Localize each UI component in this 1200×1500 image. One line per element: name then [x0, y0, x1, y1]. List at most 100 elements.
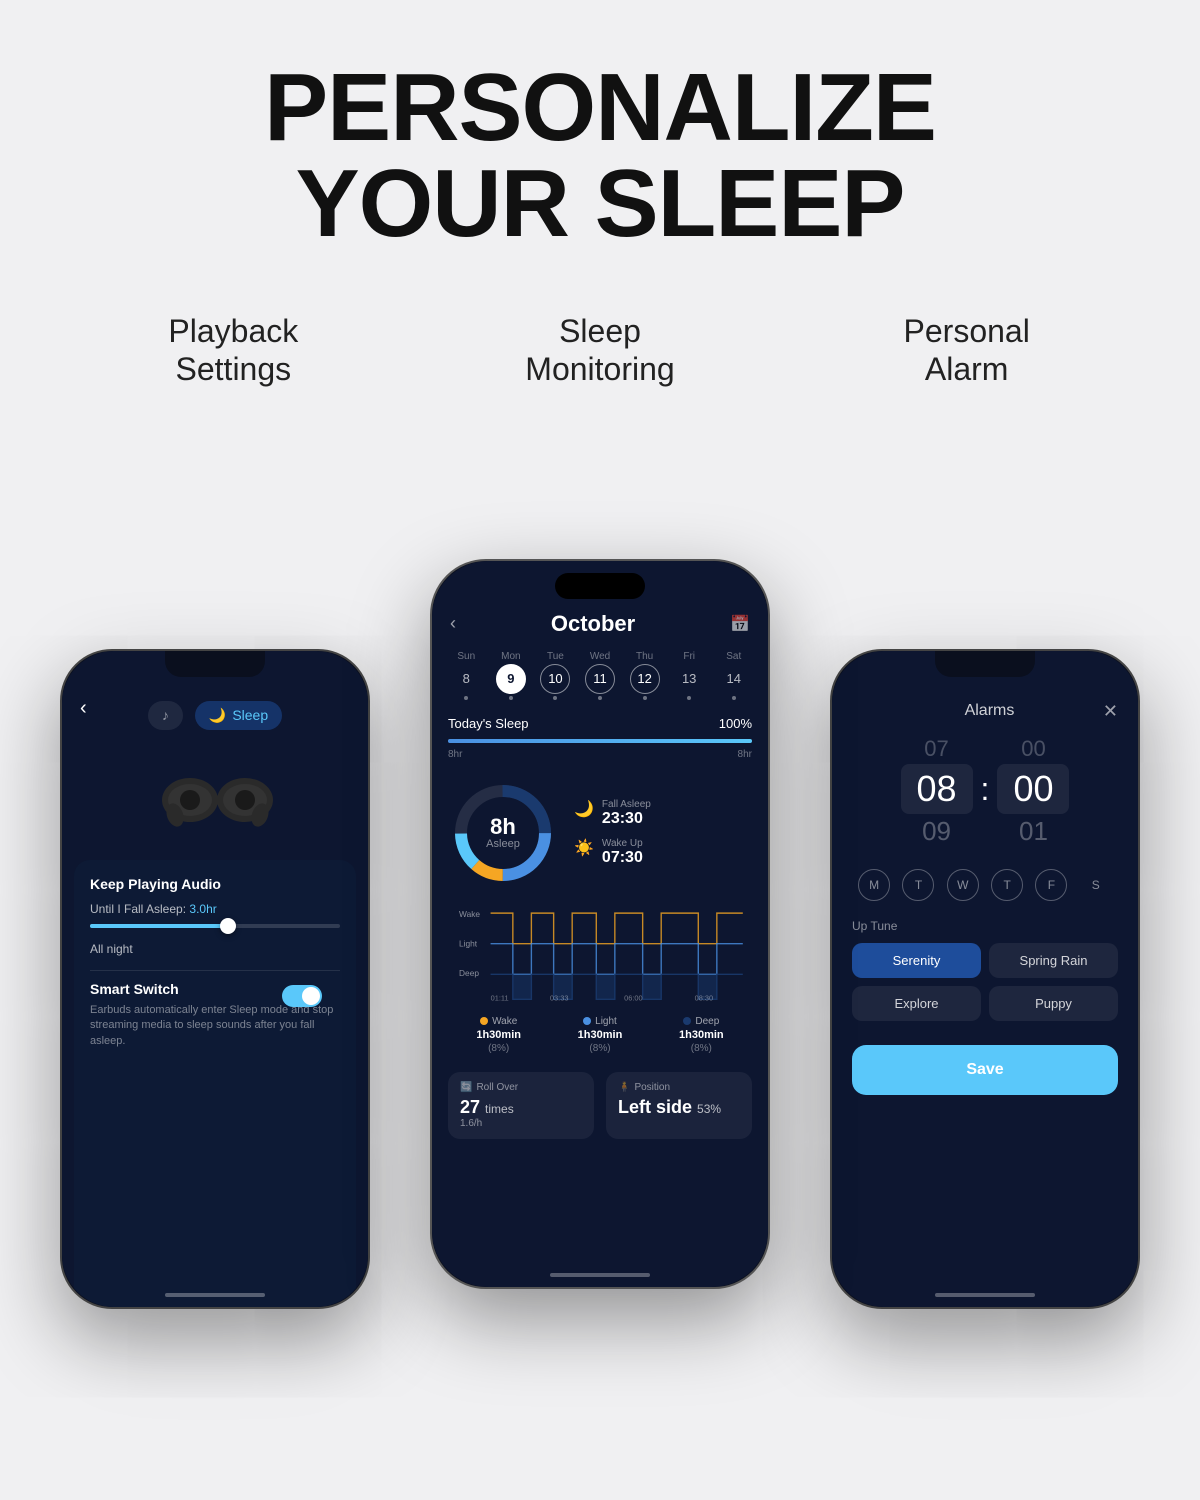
sleep-legend: Wake 1h30min (8%) Light 1h30min (8%)	[432, 1008, 768, 1062]
wake-up-detail-label: Wake Up	[602, 838, 643, 849]
moon-icon: 🌙	[209, 707, 226, 724]
position-icon: 🧍	[618, 1082, 630, 1093]
moon-detail-icon: 🌙	[574, 799, 594, 819]
roll-over-rate: 1.6/h	[460, 1118, 582, 1129]
fall-asleep-label: Until I Fall Asleep:	[90, 902, 186, 916]
save-button[interactable]: Save	[852, 1045, 1118, 1095]
smart-switch-section: Smart Switch Earbuds automatically enter…	[90, 981, 340, 1049]
slider-thumb[interactable]	[220, 918, 236, 934]
earbuds-svg	[145, 760, 285, 840]
tune-serenity[interactable]: Serenity	[852, 943, 981, 978]
phone-left-screen: ‹ ♪ 🌙 Sleep	[62, 651, 368, 1307]
label-alarm: PersonalAlarm	[783, 312, 1150, 389]
phones-container: ‹ ♪ 🌙 Sleep	[30, 429, 1170, 1329]
label-playback: PlaybackSettings	[50, 312, 417, 389]
tab-music[interactable]: ♪	[148, 701, 183, 730]
earbuds-image	[62, 750, 368, 850]
day-W[interactable]: W	[947, 869, 979, 901]
day-F[interactable]: F	[1035, 869, 1067, 901]
fall-asleep-detail-time: 23:30	[602, 810, 651, 828]
day-tue[interactable]: Tue 10	[535, 651, 576, 700]
music-icon: ♪	[162, 707, 169, 723]
all-night-label: All night	[90, 942, 340, 956]
day-fri[interactable]: Fri 13	[669, 651, 710, 700]
label-sleep: SleepMonitoring	[417, 312, 784, 389]
position-card: 🧍 Position Left side 53%	[606, 1072, 752, 1139]
day-mon[interactable]: Mon 9	[491, 651, 532, 700]
wake-up-section: Up Tune Serenity Spring Rain Explore Pup…	[832, 909, 1138, 1029]
day-sat[interactable]: Sat 14	[713, 651, 754, 700]
sleep-graph-svg: Wake Light Deep 01:11 03:33 06:00	[448, 902, 752, 1004]
day-thu[interactable]: Thu 12	[624, 651, 665, 700]
main-title: PERSONALIZE YOUR SLEEP	[264, 60, 936, 252]
tune-puppy[interactable]: Puppy	[989, 986, 1118, 1021]
sleep-slider-track[interactable]	[90, 924, 340, 928]
day-sun[interactable]: Sun 8	[446, 651, 487, 700]
center-back-arrow[interactable]: ‹	[450, 613, 456, 634]
tab-sleep-label: Sleep	[232, 707, 268, 723]
svg-text:03:33: 03:33	[550, 993, 569, 1002]
sun-detail-icon: ☀️	[574, 838, 594, 858]
today-sleep-bar: Today's Sleep 100%	[432, 706, 768, 735]
week-days: Sun 8 Mon 9 Tue 10 Wed	[432, 645, 768, 706]
wake-dot	[480, 1017, 488, 1025]
tune-explore[interactable]: Explore	[852, 986, 981, 1021]
fall-asleep-detail: 🌙 Fall Asleep 23:30	[574, 799, 752, 828]
sleep-progress-fill	[448, 739, 752, 743]
tune-spring-rain[interactable]: Spring Rain	[989, 943, 1118, 978]
svg-text:06:00: 06:00	[624, 993, 643, 1002]
right-phone-notch	[935, 651, 1035, 677]
sleep-start-label: 8hr	[448, 749, 462, 760]
alarms-title: Alarms	[876, 702, 1103, 720]
divider	[90, 970, 340, 971]
svg-text:01:11: 01:11	[491, 993, 509, 1002]
phone-right: Alarms ✕ 07 08 09 :	[830, 649, 1140, 1309]
sleep-progress-track	[448, 739, 752, 743]
sleep-hours-labels: 8hr 8hr	[432, 747, 768, 768]
tab-sleep[interactable]: 🌙 Sleep	[195, 701, 282, 730]
svg-text:Asleep: Asleep	[486, 838, 520, 850]
day-T1[interactable]: T	[902, 869, 934, 901]
roll-over-icon: 🔄	[460, 1082, 472, 1093]
slider-fill	[90, 924, 228, 928]
close-button[interactable]: ✕	[1103, 701, 1118, 722]
wake-up-detail-time: 07:30	[602, 849, 643, 867]
day-T2[interactable]: T	[991, 869, 1023, 901]
tune-options: Serenity Spring Rain Explore Puppy	[852, 943, 1118, 1021]
smart-switch-toggle[interactable]	[282, 985, 322, 1007]
page-wrapper: PERSONALIZE YOUR SLEEP PlaybackSettings …	[0, 0, 1200, 1500]
center-month: October	[551, 611, 635, 637]
today-sleep-label: Today's Sleep	[448, 716, 529, 731]
left-phone-content: ‹ ♪ 🌙 Sleep	[62, 651, 368, 1307]
section-labels: PlaybackSettings SleepMonitoring Persona…	[50, 312, 1150, 389]
today-sleep-pct: 100%	[719, 716, 752, 731]
sleep-details: 🌙 Fall Asleep 23:30 ☀️ Wake Up 07:30	[574, 799, 752, 867]
legend-light: Light 1h30min (8%)	[578, 1016, 623, 1054]
phone-left: ‹ ♪ 🌙 Sleep	[60, 649, 370, 1309]
roll-over-label: Roll Over	[476, 1082, 518, 1093]
fall-asleep-value: 3.0hr	[189, 902, 216, 916]
light-dot	[583, 1017, 591, 1025]
center-home-bar	[550, 1273, 650, 1277]
day-S[interactable]: S	[1080, 869, 1112, 901]
day-M[interactable]: M	[858, 869, 890, 901]
hours-column[interactable]: 07 08 09	[901, 736, 973, 847]
sleep-donut-chart: 8h Asleep	[448, 778, 558, 888]
title-line1: PERSONALIZE	[264, 54, 936, 161]
calendar-icon[interactable]: 📅	[730, 614, 750, 634]
right-home-bar	[935, 1293, 1035, 1297]
wake-up-tune-label: Up Tune	[852, 919, 1118, 933]
minutes-column[interactable]: 00 00 01	[997, 736, 1069, 847]
dynamic-island	[555, 573, 645, 599]
right-phone-content: Alarms ✕ 07 08 09 :	[832, 651, 1138, 1307]
time-picker: 07 08 09 : 00 00 01	[832, 736, 1138, 857]
time-colon: :	[981, 771, 990, 812]
svg-text:Deep: Deep	[459, 968, 479, 978]
position-label: Position	[634, 1082, 670, 1093]
back-arrow-icon[interactable]: ‹	[80, 697, 87, 720]
day-wed[interactable]: Wed 11	[580, 651, 621, 700]
smart-switch-desc: Earbuds automatically enter Sleep mode a…	[90, 1003, 340, 1049]
fall-asleep-detail-label: Fall Asleep	[602, 799, 651, 810]
phone-right-screen: Alarms ✕ 07 08 09 :	[832, 651, 1138, 1307]
roll-over-card: 🔄 Roll Over 27 times 1.6/h	[448, 1072, 594, 1139]
